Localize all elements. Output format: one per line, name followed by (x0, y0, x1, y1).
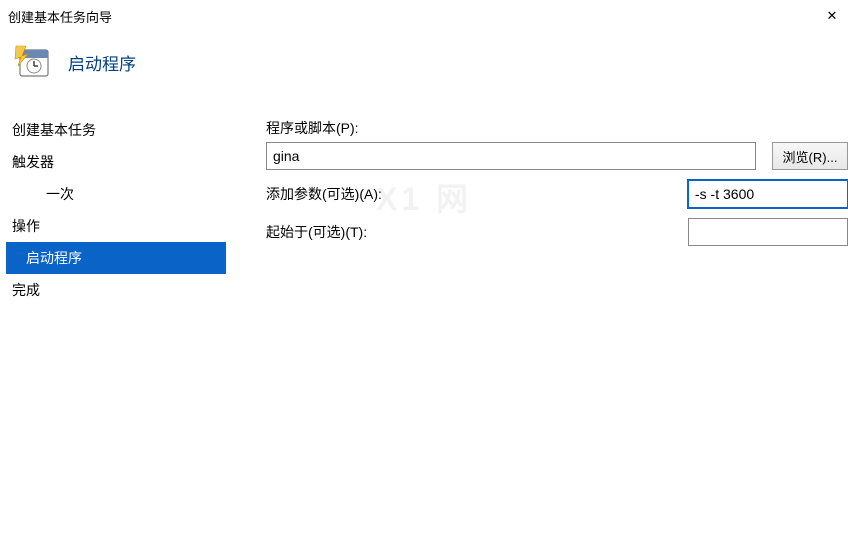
wizard-sidebar: 创建基本任务 触发器 一次 操作 启动程序 完成 (6, 110, 226, 306)
close-button[interactable]: ✕ (824, 8, 840, 24)
wizard-icon (14, 44, 50, 80)
sidebar-item-trigger[interactable]: 触发器 (6, 146, 226, 178)
browse-button[interactable]: 浏览(R)... (772, 142, 848, 170)
window-title: 创建基本任务向导 (8, 7, 112, 26)
arguments-input[interactable] (688, 180, 848, 208)
sidebar-item-action[interactable]: 操作 (6, 210, 226, 242)
start-in-input[interactable] (688, 218, 848, 246)
sidebar-item-once[interactable]: 一次 (6, 178, 226, 210)
titlebar: 创建基本任务向导 ✕ (0, 0, 848, 26)
wizard-content: 创建基本任务 触发器 一次 操作 启动程序 完成 X1 网 程序或脚本(P): … (0, 110, 848, 306)
wizard-title: 启动程序 (68, 50, 136, 75)
wizard-main: X1 网 程序或脚本(P): 浏览(R)... 添加参数(可选)(A): 起始于… (226, 110, 848, 306)
start-in-label: 起始于(可选)(T): (266, 222, 367, 242)
program-label: 程序或脚本(P): (266, 118, 406, 138)
sidebar-item-start-program[interactable]: 启动程序 (6, 242, 226, 274)
arguments-label: 添加参数(可选)(A): (266, 184, 382, 204)
wizard-header: 启动程序 (0, 26, 848, 110)
sidebar-item-finish[interactable]: 完成 (6, 274, 226, 306)
program-input[interactable] (266, 142, 756, 170)
sidebar-item-create-task[interactable]: 创建基本任务 (6, 114, 226, 146)
